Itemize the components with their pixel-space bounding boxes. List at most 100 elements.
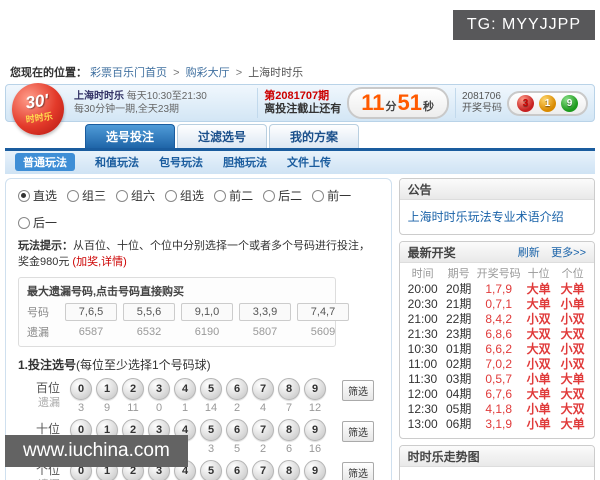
row-labels: 百位 遗漏 — [14, 378, 68, 411]
number-ball-9[interactable]: 9 — [304, 460, 326, 480]
table-row: 11:30 03期 0,5,7 小单 大单 — [404, 372, 590, 387]
number-ball-6[interactable]: 6 — [226, 460, 248, 480]
number-ball-0[interactable]: 0 — [70, 378, 92, 400]
refresh-link[interactable]: 刷新 — [518, 247, 540, 259]
draw-time: 11:00 — [408, 357, 438, 371]
number-ball-9[interactable]: 9 — [304, 419, 326, 441]
ball-cell: 5 14 — [198, 378, 224, 414]
draw-time: 12:00 — [407, 387, 438, 401]
play-mode-option[interactable]: 组六 — [116, 187, 155, 204]
subnav-item[interactable]: 和值玩法 — [95, 154, 139, 170]
play-mode-option[interactable]: 组选 — [165, 187, 204, 204]
number-ball-7[interactable]: 7 — [252, 460, 274, 480]
table-header-cell: 时间 — [411, 268, 434, 280]
ball-cell: 30 — [146, 378, 172, 414]
page: TG: MYYJJPP 您现在的位置： 彩票百乐门首页 > 购彩大厅 > 上海时… — [0, 0, 600, 480]
number-ball-8[interactable]: 8 — [278, 460, 300, 480]
number-ball-6[interactable]: 6 — [226, 419, 248, 441]
draw-ball-3: 3 — [517, 94, 534, 112]
number-ball-9[interactable]: 9 — [304, 378, 326, 400]
number-ball-2[interactable]: 2 — [122, 378, 144, 400]
table-row: 21:00 22期 8,4,2 小双 小双 — [404, 312, 590, 327]
max-miss-number-cell[interactable]: 9,1,0 — [181, 303, 233, 321]
number-ball-7[interactable]: 7 — [252, 419, 274, 441]
number-ball-5[interactable]: 5 — [200, 378, 222, 400]
filter-button[interactable]: 筛选 — [342, 421, 374, 442]
breadcrumb-hall-link[interactable]: 购彩大厅 — [186, 67, 230, 79]
ball-cell: 65 — [224, 419, 250, 455]
tens-category: 大双 — [526, 327, 551, 341]
ball-cell: 90 — [302, 460, 328, 480]
game-header: 30' 时时乐 上海时时乐 每天10:30至21:30 每30分钟一期,全天23… — [5, 79, 595, 139]
game-schedule: 每天10:30至21:30 — [126, 91, 207, 102]
subnav-item[interactable]: 胆拖玩法 — [223, 154, 267, 170]
hint-bonus-link[interactable]: (加奖,详情) — [72, 256, 126, 268]
ball-cells: 0 3 1 9 2 11 3 0 4 1 5 14 6 2 7 4 8 7 9 12 — [68, 378, 328, 414]
number-ball-4[interactable]: 4 — [174, 378, 196, 400]
breadcrumb-home-link[interactable]: 彩票百乐门首页 — [90, 67, 167, 79]
number-ball-5[interactable]: 5 — [200, 419, 222, 441]
notice-link[interactable]: 上海时时乐玩法专业术语介绍 — [408, 210, 564, 224]
ball-cell: 86 — [276, 419, 302, 455]
number-ball-1[interactable]: 1 — [96, 378, 118, 400]
number-ball-6[interactable]: 6 — [226, 378, 248, 400]
units-category: 小双 — [560, 342, 585, 356]
radio-icon — [18, 216, 30, 229]
last-draw-label: 开奖号码 — [462, 103, 502, 114]
table-row: 12:30 05期 4,1,8 小单 大双 — [404, 402, 590, 417]
countdown-seconds: 51 — [397, 90, 422, 115]
divider — [257, 88, 259, 118]
more-link[interactable]: 更多>> — [551, 247, 586, 259]
ball-cell: 9 12 — [302, 378, 328, 414]
play-mode-option[interactable]: 后一 — [18, 214, 57, 231]
tab-select-bet[interactable]: 选号投注 — [85, 124, 176, 148]
tab-my-plans[interactable]: 我的方案 — [269, 124, 360, 148]
latest-draws-title: 最新开奖 — [407, 245, 456, 260]
number-ball-5[interactable]: 5 — [200, 460, 222, 480]
max-miss-number-cell[interactable]: 5,5,6 — [123, 303, 175, 321]
play-type-options: 直选 组三 组六 组选 前二 后二 前一后一 — [6, 179, 391, 235]
number-ball-8[interactable]: 8 — [278, 378, 300, 400]
max-miss-number-cell[interactable]: 7,6,5 — [65, 303, 117, 321]
ball-cell: 74 — [250, 378, 276, 414]
radio-icon — [165, 189, 178, 202]
units-category: 大单 — [560, 417, 585, 431]
max-miss-grid: 号码 7,6,5 5,5,6 9,1,0 3,3,9 7,4,7 遗漏 6587 6532 619… — [27, 303, 349, 340]
ball-cell: 62 — [224, 378, 250, 414]
max-miss-number-label: 号码 — [27, 307, 49, 319]
max-miss-number-cell[interactable]: 7,4,7 — [297, 303, 349, 321]
miss-value: 4 — [259, 402, 267, 414]
filter-button[interactable]: 筛选 — [342, 380, 374, 401]
filter-button[interactable]: 筛选 — [342, 462, 374, 480]
miss-value: 11 — [127, 402, 139, 414]
ball-cell: 73 — [250, 460, 276, 480]
number-ball-8[interactable]: 8 — [278, 419, 300, 441]
table-row: 12:00 04期 6,7,6 大单 大双 — [404, 387, 590, 402]
miss-value: 16 — [308, 443, 322, 455]
countdown-minute-unit: 分 — [385, 101, 397, 113]
subnav-item[interactable]: 包号玩法 — [159, 154, 203, 170]
play-mode-option[interactable]: 后二 — [263, 187, 302, 204]
play-mode-option[interactable]: 直选 — [18, 187, 57, 204]
units-category: 大双 — [560, 327, 585, 341]
number-ball-3[interactable]: 3 — [148, 378, 170, 400]
table-row: 11:00 02期 7,0,2 小双 小双 — [404, 357, 590, 372]
tab-filter-select[interactable]: 过滤选号 — [177, 124, 268, 148]
play-mode-option[interactable]: 组三 — [67, 187, 106, 204]
number-ball-7[interactable]: 7 — [252, 378, 274, 400]
miss-value: 9 — [103, 402, 111, 414]
miss-value: 2 — [233, 402, 241, 414]
miss-value: 3 — [77, 402, 85, 414]
max-miss-number-cell[interactable]: 3,3,9 — [239, 303, 291, 321]
breadcrumb-separator: > — [235, 67, 243, 79]
draw-issue: 01期 — [445, 342, 472, 356]
subnav-item[interactable]: 文件上传 — [287, 154, 331, 170]
draw-issue: 06期 — [445, 417, 472, 431]
ball-cell: 542 — [198, 460, 224, 480]
play-mode-option[interactable]: 前二 — [214, 187, 253, 204]
play-mode-label: 前二 — [229, 189, 254, 203]
play-mode-option[interactable]: 前一 — [312, 187, 351, 204]
last-draw-section: 2081706 开奖号码 319 — [462, 90, 588, 116]
subnav-item[interactable]: 普通玩法 — [15, 153, 75, 171]
miss-value: 0 — [155, 402, 163, 414]
